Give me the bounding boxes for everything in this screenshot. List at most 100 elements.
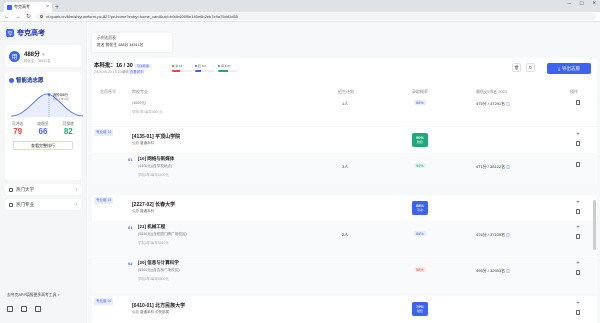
back-icon[interactable]: ← bbox=[4, 14, 10, 20]
trend-icon[interactable]: ◫ bbox=[506, 164, 510, 169]
row-ops: + bbox=[576, 225, 580, 239]
plan-count: 2人 bbox=[342, 232, 349, 237]
trash-icon[interactable]: 🗑 bbox=[512, 63, 521, 72]
new-tab-icon[interactable]: + bbox=[55, 4, 59, 11]
major-row: 01 [21] 机械工程 (5540元)(含校园门牌广场校区) 学制4年/每年5… bbox=[92, 221, 597, 256]
main-content: 示例志愿表 姓名 物化生 488分 34511名 本科批：16 / 30 可冲稳保… bbox=[88, 22, 600, 323]
ratio-bar-chong: 冲 18 bbox=[172, 64, 192, 72]
settings-icon[interactable] bbox=[35, 306, 41, 312]
plan-count: 1人 bbox=[342, 101, 349, 106]
major-desc: (5500元)(含吉林广场校区) bbox=[138, 268, 180, 272]
sidebar: 夸 夸克高考 用 488分 ✎ 物化生 · 34511名 智能选志愿 我的488… bbox=[0, 22, 87, 323]
add-icon[interactable]: + bbox=[576, 200, 580, 206]
col-school: 院校专业 bbox=[132, 89, 148, 94]
major-row: 02 [20] 信息与计算科学 (5500元)(含吉林广场校区) 学制4年/每年… bbox=[92, 257, 597, 293]
major-fee: (4600元) bbox=[132, 101, 146, 105]
trend-icon[interactable]: ◫ bbox=[506, 232, 510, 237]
forward-icon[interactable]: → bbox=[15, 14, 21, 20]
group-label: 专业组 16 bbox=[94, 298, 114, 305]
delete-icon[interactable] bbox=[576, 100, 580, 105]
menu-hot-universities[interactable]: 热门大学 › bbox=[5, 184, 81, 195]
brand-logo-icon: 夸 bbox=[6, 29, 14, 37]
prob-badge: 90% 较稳 bbox=[412, 133, 428, 147]
trend-icon[interactable]: ◫ bbox=[506, 101, 510, 106]
export-button-label: 导出志愿 bbox=[562, 65, 580, 71]
school-name[interactable]: [2227-02] 长春大学 bbox=[132, 201, 175, 208]
prob-pill: 90% bbox=[414, 163, 426, 168]
plan-count: 3人 bbox=[342, 164, 349, 169]
menu-hot-majors-label: 热门专业 bbox=[16, 201, 34, 207]
dot-icon bbox=[218, 65, 220, 67]
prob-badge: 68% 可冲 bbox=[412, 201, 428, 215]
smart-icon bbox=[9, 77, 14, 83]
add-icon[interactable]: + bbox=[576, 132, 580, 138]
dot-icon bbox=[195, 65, 197, 67]
browser-tab[interactable]: 夸克高考 × bbox=[4, 2, 52, 12]
brand[interactable]: 夸 夸克高考 bbox=[0, 22, 86, 38]
delete-icon[interactable] bbox=[576, 270, 580, 275]
smart-pick-card: 智能选志愿 我的488分 排名34511名 可冲击 79 较稳妥 66 可保底 82 … bbox=[5, 72, 84, 180]
delete-icon[interactable] bbox=[576, 162, 580, 167]
rules-link[interactable]: 查看规则 bbox=[130, 70, 144, 74]
min-score-text: 476分 / 37109名 bbox=[476, 232, 506, 237]
delete-icon[interactable] bbox=[576, 209, 580, 214]
add-icon[interactable]: + bbox=[576, 225, 580, 231]
stat-wen[interactable]: 较稳妥 66 bbox=[37, 122, 48, 136]
download-icon: ⤓ bbox=[558, 66, 560, 71]
prob-pill: 68% bbox=[414, 100, 426, 105]
view-full-button[interactable]: 查看完整排行 bbox=[13, 141, 73, 150]
lock-icon bbox=[40, 15, 44, 18]
delete-icon[interactable] bbox=[576, 310, 580, 315]
min-score: 476分 / 37109名◫ bbox=[476, 232, 510, 238]
table-row: 专业组 15 [2227-02] 长春大学 公办 普通本科 68% 可冲 + 01… bbox=[92, 195, 597, 293]
row-ops: + bbox=[576, 301, 580, 315]
stat-bao[interactable]: 可保底 82 bbox=[63, 122, 74, 136]
major-icon bbox=[9, 202, 13, 207]
major-name[interactable]: [10] 网络与新媒体 bbox=[138, 156, 174, 162]
school-name[interactable]: [4135-01] 平顶山学院 bbox=[132, 133, 180, 140]
export-button[interactable]: ⤓ 导出志愿 bbox=[547, 63, 591, 74]
ratio-bao-label: 保 11% bbox=[221, 64, 231, 68]
table-row: (4600元) 学制4年/每年4600元 1人 68% 475分 / 37291… bbox=[92, 100, 597, 126]
edit-time: 2024-06-25 15:20编辑 bbox=[94, 70, 129, 74]
feedback-icon[interactable] bbox=[21, 306, 27, 312]
close-window-icon[interactable]: × bbox=[592, 1, 596, 7]
plan-info: 姓名 物化生 488分 34511名 bbox=[97, 43, 144, 47]
menu-hot-majors[interactable]: 热门专业 › bbox=[5, 199, 81, 210]
ratio-bar-wen: 稳 6% bbox=[195, 64, 215, 72]
plan-card[interactable]: 示例志愿表 姓名 物化生 488分 34511名 bbox=[92, 33, 172, 52]
add-icon[interactable]: + bbox=[576, 301, 580, 307]
prob-badge: 79% 较稳 bbox=[412, 302, 428, 316]
pick-stats: 可冲击 79 较稳妥 66 可保底 82 bbox=[9, 122, 77, 136]
prob-pill: 68% bbox=[414, 231, 426, 236]
school-tags: 公办 普通本科 bbox=[132, 209, 154, 213]
major-meta: 学制4年/每年4600元 bbox=[132, 110, 163, 114]
school-name[interactable]: [6410-01] 北方民族大学 bbox=[132, 302, 185, 309]
tab-title: 夸克高考 bbox=[14, 4, 30, 9]
user-score-value: 488分 bbox=[24, 51, 41, 58]
close-tab-icon[interactable]: × bbox=[46, 4, 49, 10]
prob-badge-text: 较稳 bbox=[416, 140, 423, 144]
url-field[interactable]: vt.quark.cn/blm/shiyuanform-pc-827/pc-ho… bbox=[36, 13, 596, 20]
major-meta: 学制4年/每年5540元 bbox=[138, 241, 169, 245]
scrollbar[interactable] bbox=[593, 200, 596, 250]
stat-chong[interactable]: 可冲击 79 bbox=[12, 122, 23, 136]
major-name[interactable]: [21] 机械工程 bbox=[138, 224, 165, 230]
delete-icon[interactable] bbox=[576, 141, 580, 146]
edit-icon[interactable]: ✎ bbox=[42, 52, 45, 57]
major-number: 01 bbox=[128, 225, 133, 230]
app-hint[interactable]: 去夸克APP填报更多高考工具 > bbox=[7, 293, 60, 298]
reload-icon[interactable]: ↻ bbox=[26, 13, 31, 20]
user-card[interactable]: 用 488分 ✎ 物化生 · 34511名 bbox=[5, 45, 81, 67]
add-icon[interactable]: + bbox=[576, 261, 580, 267]
phone-icon[interactable] bbox=[7, 306, 13, 312]
refresh-icon[interactable]: ↻ bbox=[526, 63, 535, 72]
minimize-icon[interactable]: – bbox=[568, 1, 571, 7]
row-ops: + bbox=[576, 261, 580, 275]
delete-icon[interactable] bbox=[576, 234, 580, 239]
maximize-icon[interactable]: □ bbox=[580, 1, 584, 7]
min-score-text: 495分 / 32953名 bbox=[476, 268, 506, 273]
major-name[interactable]: [20] 信息与计算科学 bbox=[138, 260, 179, 266]
batch-title: 本科批：16 / 30 可冲稳保 bbox=[94, 61, 151, 69]
trend-icon[interactable]: ◫ bbox=[506, 268, 510, 273]
